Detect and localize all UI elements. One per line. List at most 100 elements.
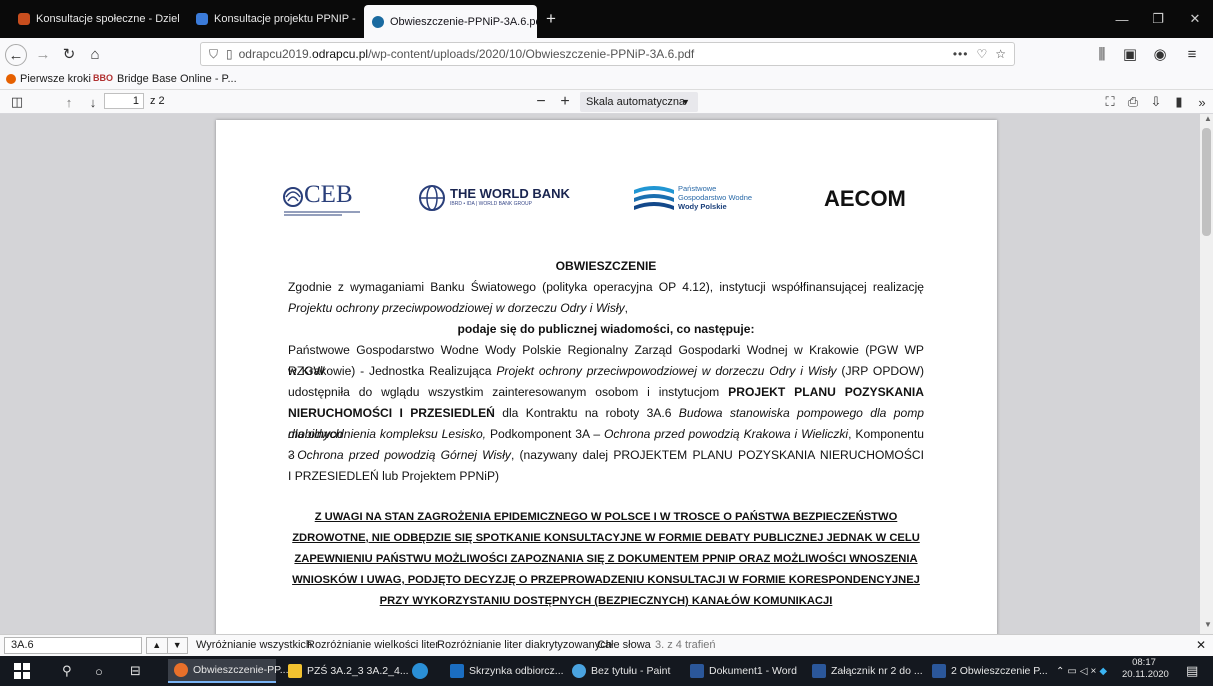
pdf-toolbar: ◫ ↑ ↓ 1 z 2 − + Skala automatyczna ▼ ⛶ ⎙… [0, 90, 1213, 114]
edge-icon [412, 663, 428, 679]
library-icon[interactable]: ⫼ [1090, 43, 1114, 65]
new-tab-button[interactable]: + [540, 6, 566, 32]
reload-icon[interactable]: ↻ [57, 43, 81, 65]
document-title: OBWIESZCZENIE [555, 259, 657, 273]
presentation-mode-icon[interactable]: ⛶ [1102, 92, 1118, 112]
paragraph-line: udostępniła do wglądu wszystkim zaintere… [288, 385, 924, 399]
scroll-up-icon[interactable]: ▲ [1204, 114, 1212, 123]
windows-start-icon[interactable] [14, 659, 30, 683]
page-icon: ▯ [226, 47, 233, 61]
find-previous-icon[interactable]: ▲ [147, 638, 168, 653]
wody-polskie-logo-line1: Państwowe [678, 184, 717, 193]
toggle-sidebar-icon[interactable]: ◫ [8, 92, 26, 112]
taskbar-item-paint[interactable]: Bez tytułu - Paint [572, 659, 670, 683]
page-number-input[interactable]: 1 [104, 93, 144, 109]
tab-konsultacje-spoleczne[interactable]: Konsultacje społeczne - Dzieln ✕ [10, 6, 180, 32]
minimize-icon[interactable]: — [1104, 0, 1140, 38]
taskbar-item-label: Skrzynka odbiorcz... [469, 665, 564, 677]
taskbar-item-word-2[interactable]: Załącznik nr 2 do ... [812, 659, 923, 683]
match-diacritics-toggle[interactable]: Rozróżnianie liter diakrytyzowanych [437, 639, 612, 651]
sidebar-icon[interactable]: ▣ [1118, 43, 1142, 65]
zoom-in-icon[interactable]: + [556, 92, 574, 112]
close-window-icon[interactable]: ✕ [1177, 0, 1213, 38]
account-icon[interactable]: ◉ [1148, 43, 1172, 65]
notifications-icon[interactable]: ▤ [1186, 659, 1198, 683]
find-nav: ▲ ▼ [146, 637, 188, 654]
scroll-down-icon[interactable]: ▼ [1204, 620, 1212, 629]
taskbar-item-label: Dokument1 - Word [709, 665, 797, 677]
network-icon[interactable]: ◆ [1099, 666, 1110, 677]
next-page-icon[interactable]: ↓ [84, 92, 102, 112]
find-input[interactable]: 3A.6 [4, 637, 142, 654]
download-icon[interactable]: ⇩ [1148, 92, 1164, 112]
shield-icon[interactable]: ⛉ [209, 47, 218, 62]
notice-line: ZAPEWNIENIU PAŃSTWU MOŻLIWOŚCI ZAPOZNANI… [294, 553, 918, 565]
taskbar-item-firefox[interactable]: Obwieszczenie-PP... [168, 659, 289, 683]
previous-page-icon[interactable]: ↑ [60, 92, 78, 112]
home-icon[interactable]: ⌂ [83, 43, 107, 65]
task-view-icon[interactable]: ⊟ [130, 659, 141, 683]
zoom-select[interactable]: Skala automatyczna ▼ [580, 92, 698, 112]
match-case-toggle[interactable]: Rozróżnianie wielkości liter [307, 639, 439, 651]
taskbar-item-label: PZŚ 3A.2_3 3A.2_4... [307, 665, 409, 677]
pocket-icon[interactable]: ♡ [976, 47, 987, 61]
forward-button[interactable]: → [31, 43, 55, 65]
print-icon[interactable]: ⎙ [1125, 92, 1141, 112]
find-result-count: 3. z 4 trafień [655, 639, 716, 651]
address-bar[interactable]: ⛉ ▯ odrapcu2019.odrapcu.pl/wp-content/up… [200, 42, 1015, 66]
search-icon[interactable]: ⚲ [62, 659, 72, 683]
restore-icon[interactable]: ❐ [1140, 0, 1176, 38]
aecom-logo: AECOM [824, 186, 906, 211]
tab-konsultacje-projektu[interactable]: Konsultacje projektu PPNIP - K ✕ [188, 6, 358, 32]
taskbar-item-word-1[interactable]: Dokument1 - Word [690, 659, 797, 683]
url-text[interactable]: odrapcu2019.odrapcu.pl/wp-content/upload… [239, 47, 695, 61]
clock-time: 08:17 [1132, 657, 1156, 668]
announcement-line: podaje się do publicznej wiadomości, co … [457, 322, 755, 336]
zoom-out-icon[interactable]: − [532, 92, 550, 112]
tab-label: Obwieszczenie-PPNiP-3A.6.pdf [390, 15, 537, 28]
pdf-page: CEB THE WORLD BANK IBRD • IDA | WORLD BA… [216, 120, 997, 634]
menu-icon[interactable]: ≡ [1180, 43, 1204, 65]
vertical-scrollbar[interactable]: ▲ ▼ [1200, 114, 1213, 634]
paragraph-line: Zgodnie z wymaganiami Banku Światowego (… [288, 280, 924, 294]
site-favicon-icon [196, 13, 208, 25]
volume-icon[interactable]: ◁× [1080, 666, 1100, 677]
wody-polskie-logo-line2: Gospodarstwo Wodne [678, 193, 753, 202]
taskbar-item-explorer[interactable]: PZŚ 3A.2_3 3A.2_4... [288, 659, 409, 683]
tray-chevron-icon[interactable]: ⌃ [1056, 666, 1067, 677]
bookmark-pierwsze-kroki[interactable]: Pierwsze kroki [20, 73, 91, 85]
bookmark-star-icon[interactable]: ☆ [995, 47, 1006, 61]
system-tray-icons[interactable]: ⌃ ▭ ◁× ◆ [1056, 659, 1110, 683]
tools-icon[interactable]: » [1194, 92, 1210, 112]
wody-polskie-logo-line3: Wody Polskie [678, 202, 727, 211]
bookmark-view-icon[interactable]: ▮ [1171, 92, 1187, 112]
cortana-icon[interactable]: ○ [95, 659, 103, 683]
word-icon [690, 664, 704, 678]
taskbar-item-word-3[interactable]: 2 Obwieszczenie P... [932, 659, 1048, 683]
notice-line: Z UWAGI NA STAN ZAGROŻENIA EPIDEMICZNEGO… [314, 511, 898, 523]
taskbar-clock[interactable]: 08:17 20.11.2020 [1122, 657, 1169, 681]
word-icon [932, 664, 946, 678]
world-bank-logo-subtitle: IBRD • IDA | WORLD BANK GROUP [450, 201, 532, 207]
tab-obwieszczenie-pdf[interactable]: Obwieszczenie-PPNiP-3A.6.pdf ✕ [364, 5, 537, 38]
taskbar-item-edge[interactable] [412, 659, 433, 683]
taskbar-item-outlook[interactable]: Skrzynka odbiorcz... [450, 659, 564, 683]
whole-words-toggle[interactable]: Całe słowa [597, 639, 651, 651]
find-bar: 3A.6 ▲ ▼ Wyróżnianie wszystkich Rozróżni… [0, 634, 1213, 656]
back-button[interactable]: ← [5, 44, 27, 66]
highlight-all-toggle[interactable]: Wyróżnianie wszystkich [196, 639, 312, 651]
page-actions-icon[interactable]: ••• [953, 47, 969, 61]
tab-strip: Konsultacje społeczne - Dzieln ✕ Konsult… [0, 0, 1213, 38]
battery-icon[interactable]: ▭ [1067, 666, 1079, 677]
bookmarks-bar: Pierwsze kroki BBO Bridge Base Online - … [0, 70, 1213, 90]
windows-taskbar: ⚲ ○ ⊟ Obwieszczenie-PP... PZŚ 3A.2_3 3A.… [0, 656, 1213, 686]
bookmark-bridge-base[interactable]: Bridge Base Online - P... [117, 73, 237, 85]
world-bank-logo-text: THE WORLD BANK [450, 186, 570, 201]
pdf-viewer[interactable]: CEB THE WORLD BANK IBRD • IDA | WORLD BA… [0, 114, 1213, 634]
paragraph-line: w Krakowie) - Jednostka Realizująca Proj… [288, 364, 924, 378]
page-count-label: z 2 [150, 95, 165, 107]
close-find-bar-icon[interactable]: ✕ [1196, 638, 1206, 652]
find-next-icon[interactable]: ▼ [168, 638, 188, 653]
wordpress-favicon-icon [372, 15, 384, 28]
scrollbar-thumb[interactable] [1202, 128, 1211, 236]
